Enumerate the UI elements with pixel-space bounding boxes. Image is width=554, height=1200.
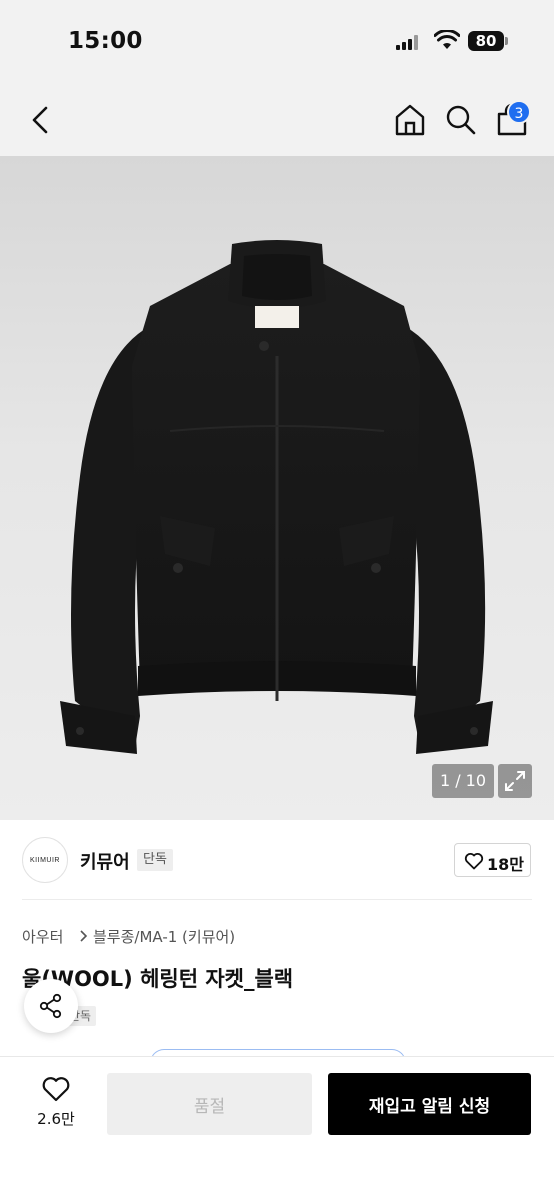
image-pager: 1 / 10 [432, 764, 494, 798]
share-button[interactable] [24, 979, 78, 1033]
brand-like-button[interactable]: 18만 [454, 843, 531, 877]
status-time: 15:00 [68, 28, 143, 54]
wishlist-count: 2.6만 [37, 1110, 75, 1128]
cellular-signal-icon [396, 34, 422, 50]
home-icon[interactable] [393, 102, 427, 138]
brand-name[interactable]: 키뮤어 [80, 848, 130, 874]
breadcrumb-category[interactable]: 아우터 [22, 926, 63, 947]
sold-out-button[interactable]: 품절 [107, 1073, 312, 1135]
restock-alert-button[interactable]: 재입고 알림 신청 [328, 1073, 531, 1135]
back-button[interactable] [24, 102, 58, 138]
expand-icon[interactable] [498, 764, 532, 798]
search-icon[interactable] [444, 102, 478, 138]
chevron-right-icon [80, 930, 88, 942]
heart-icon [464, 853, 484, 870]
cart-count-badge: 3 [507, 100, 531, 124]
share-icon [39, 993, 62, 1019]
product-image-gallery[interactable]: 1 / 10 [0, 156, 554, 820]
breadcrumb-subcategory[interactable]: 블루종/MA-1 (키뮤어) [93, 926, 235, 947]
top-header-area: 15:00 80 3 [0, 0, 554, 156]
section-divider [22, 899, 532, 900]
jacket-product-image [60, 240, 493, 754]
battery-indicator: 80 [468, 31, 504, 51]
wifi-icon [434, 30, 460, 49]
battery-tip [505, 37, 508, 45]
wishlist-heart-icon[interactable] [41, 1076, 71, 1102]
brand-exclusive-badge: 단독 [137, 849, 173, 871]
brand-like-count: 18만 [487, 855, 524, 874]
brand-logo[interactable]: KIIMUIR [22, 837, 68, 883]
